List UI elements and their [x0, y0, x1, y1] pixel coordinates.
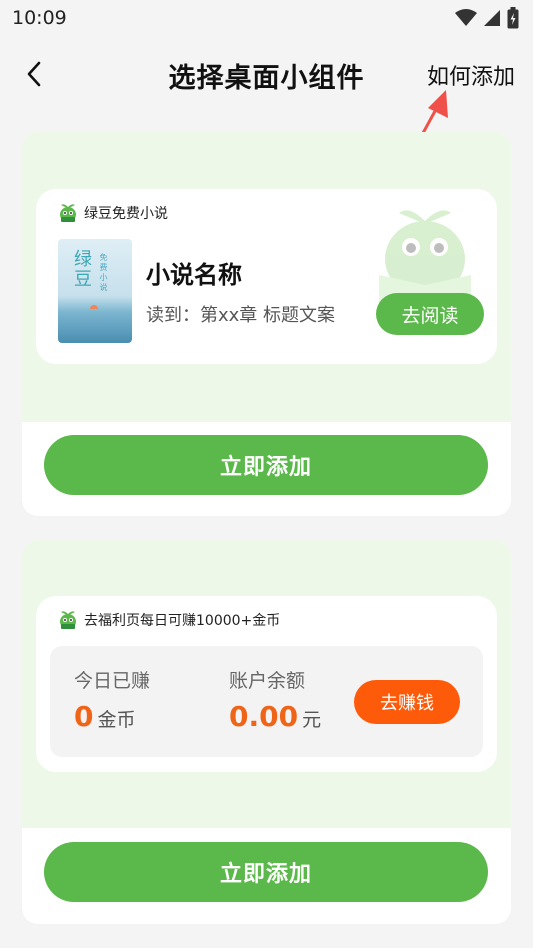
battery-icon — [507, 7, 519, 29]
signal-icon — [484, 10, 500, 26]
app-logo-icon — [60, 611, 76, 629]
coin-widget-card: 去福利页每日可赚10000+金币 今日已赚 0 金币 账户余额 0.00 元 去… — [22, 540, 511, 924]
read-button[interactable]: 去阅读 — [376, 293, 484, 335]
novel-widget: 绿豆免费小说 绿豆 免费小说 小说名称 读到：第xx章 标题文案 去阅读 — [36, 189, 497, 364]
earnings-panel: 今日已赚 0 金币 账户余额 0.00 元 去赚钱 — [50, 646, 483, 757]
book-cover: 绿豆 免费小说 — [58, 239, 132, 343]
cover-title: 绿豆 — [71, 249, 92, 289]
cover-sun — [90, 305, 98, 309]
balance-number: 0.00 — [229, 700, 299, 733]
today-earned-number: 0 — [74, 700, 94, 733]
today-earned-label: 今日已赚 — [74, 670, 151, 692]
novel-widget-card: 绿豆免费小说 绿豆 免费小说 小说名称 读到：第xx章 标题文案 去阅读 立即添… — [22, 132, 511, 516]
coin-widget: 去福利页每日可赚10000+金币 今日已赚 0 金币 账户余额 0.00 元 去… — [36, 596, 497, 772]
today-earned-unit: 金币 — [97, 709, 136, 731]
add-coin-widget-button[interactable]: 立即添加 — [44, 842, 488, 902]
earn-money-button[interactable]: 去赚钱 — [354, 680, 460, 724]
cover-subtitle: 免费小说 — [99, 253, 108, 293]
balance-unit: 元 — [302, 709, 322, 731]
app-name: 绿豆免费小说 — [84, 206, 168, 222]
novel-name: 小说名称 — [146, 261, 242, 289]
how-to-add-link[interactable]: 如何添加 — [427, 59, 515, 91]
status-icons — [455, 7, 519, 29]
coin-header-text: 去福利页每日可赚10000+金币 — [84, 613, 281, 629]
read-progress: 读到：第xx章 标题文案 — [146, 305, 336, 326]
add-novel-widget-button[interactable]: 立即添加 — [44, 435, 488, 495]
novel-app-row: 绿豆免费小说 — [58, 203, 168, 223]
balance-label: 账户余额 — [229, 670, 306, 692]
balance-value: 0.00 元 — [229, 700, 321, 733]
today-earned-value: 0 金币 — [74, 700, 136, 733]
status-bar: 10:09 — [0, 0, 533, 36]
status-time: 10:09 — [12, 7, 67, 29]
coin-header-row: 去福利页每日可赚10000+金币 — [58, 610, 280, 630]
app-logo-icon — [60, 204, 76, 222]
wifi-icon — [455, 9, 477, 26]
